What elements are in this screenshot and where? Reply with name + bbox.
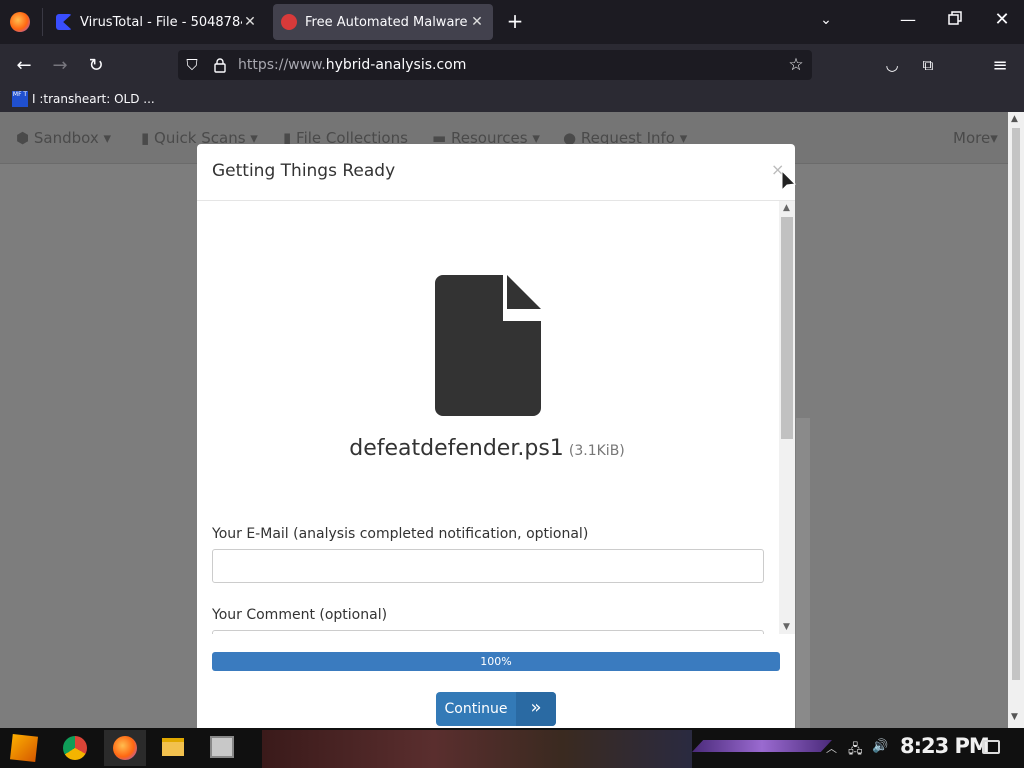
forward-icon[interactable]: → — [46, 51, 74, 79]
close-tab-icon[interactable]: ✕ — [469, 14, 485, 30]
shield-icon[interactable]: ⛉ — [178, 56, 206, 74]
notifications-icon[interactable] — [982, 740, 1000, 754]
url-bar[interactable]: ⛉ https://www.hybrid-analysis.com ☆ — [178, 50, 812, 80]
virustotal-icon — [56, 14, 72, 30]
bookmark-item[interactable]: MF T I :transheart: OLD ... — [12, 91, 155, 107]
file-name: defeatdefender.ps1 — [349, 436, 564, 461]
comment-field[interactable] — [212, 630, 764, 634]
continue-button[interactable]: Continue » — [436, 692, 556, 726]
bookmark-star-icon[interactable]: ☆ — [780, 55, 812, 75]
browser-tab-bar: VirusTotal - File - 504878425 ✕ Free Aut… — [0, 0, 1024, 44]
nav-sandbox[interactable]: ⬢ Sandbox ▾ — [16, 129, 111, 147]
modal-title: Getting Things Ready — [212, 161, 396, 181]
comment-label: Your Comment (optional) — [212, 607, 388, 623]
progress-fill: 100% — [212, 652, 780, 671]
chrome-icon[interactable] — [63, 736, 87, 760]
modal-header: Getting Things Ready × — [197, 144, 795, 201]
scroll-thumb[interactable] — [1012, 128, 1020, 680]
tray-chevron-icon[interactable]: ︿ — [826, 740, 837, 756]
app-window-icon[interactable] — [210, 736, 234, 758]
scroll-up-icon[interactable]: ▲ — [1011, 114, 1018, 124]
nav-more[interactable]: More▾ — [953, 129, 998, 147]
mouse-cursor — [781, 169, 797, 198]
tab-virustotal[interactable]: VirusTotal - File - 504878425 ✕ — [48, 4, 266, 40]
taskbar-decoration — [692, 740, 832, 752]
email-field[interactable] — [212, 549, 764, 583]
volume-icon[interactable]: 🔊 — [872, 739, 888, 754]
email-label: Your E-Mail (analysis completed notifica… — [212, 526, 589, 542]
cube-icon: ⬢ — [16, 129, 30, 147]
close-tab-icon[interactable]: ✕ — [242, 14, 258, 30]
clock[interactable]: 8:23 PM — [900, 734, 990, 758]
firefox-menu-icon[interactable] — [10, 12, 30, 32]
pocket-icon[interactable]: ◡ — [878, 51, 906, 79]
continue-label: Continue — [444, 701, 508, 717]
file-icon: ▮ — [141, 129, 150, 147]
back-icon[interactable]: ← — [10, 51, 38, 79]
file-info: defeatdefender.ps1 (3.1KiB) — [197, 436, 777, 461]
bookmark-favicon-icon: MF T — [12, 91, 28, 107]
url-text[interactable]: https://www.hybrid-analysis.com — [238, 57, 466, 73]
tab-hybrid-analysis[interactable]: Free Automated Malware Ana ✕ — [273, 4, 493, 40]
tab-title: VirusTotal - File - 504878425 — [80, 14, 242, 30]
restore-icon[interactable] — [943, 10, 967, 34]
page-scrollbar[interactable]: ▲ ▼ — [1008, 112, 1024, 728]
scroll-down-icon[interactable]: ▼ — [1011, 712, 1018, 722]
file-icon — [435, 275, 541, 420]
scroll-up-icon[interactable]: ▲ — [783, 203, 790, 213]
bookmarks-bar: MF T I :transheart: OLD ... — [0, 86, 1024, 112]
minimize-icon[interactable]: — — [894, 10, 922, 34]
list-tabs-icon[interactable]: ⌄ — [816, 12, 836, 32]
new-tab-icon[interactable]: + — [504, 10, 526, 32]
modal-body: defeatdefender.ps1 (3.1KiB) Your E-Mail … — [197, 201, 795, 634]
close-window-icon[interactable]: ✕ — [990, 9, 1014, 33]
taskbar-video-thumbnail — [262, 730, 692, 768]
browser-nav-bar: ← → ↻ ⛉ https://www.hybrid-analysis.com … — [0, 44, 1024, 86]
network-icon[interactable]: 🖧 — [848, 740, 863, 762]
tab-title: Free Automated Malware Ana — [305, 14, 469, 30]
scroll-down-icon[interactable]: ▼ — [783, 622, 790, 632]
hybrid-analysis-icon — [281, 14, 297, 30]
submit-modal: Getting Things Ready × defeatdefender.ps… — [197, 144, 795, 728]
modal-scrollbar[interactable]: ▲ ▼ — [779, 201, 795, 634]
upload-progress-bar: 100% — [212, 652, 780, 671]
extensions-icon[interactable]: ⧉ — [914, 51, 942, 79]
background-panel — [796, 418, 810, 728]
scroll-thumb[interactable] — [781, 217, 793, 439]
firefox-taskbar-icon[interactable] — [104, 730, 146, 766]
double-chevron-right-icon: » — [516, 692, 556, 726]
app-menu-icon[interactable]: ≡ — [986, 51, 1014, 79]
start-button-icon[interactable] — [10, 734, 38, 762]
bookmark-label: I :transheart: OLD ... — [32, 92, 155, 106]
lock-icon[interactable] — [206, 57, 234, 73]
reload-icon[interactable]: ↻ — [82, 51, 110, 79]
file-explorer-icon[interactable] — [162, 738, 184, 756]
taskbar: ︿ 🖧 🔊 8:23 PM — [0, 728, 1024, 768]
file-size: (3.1KiB) — [568, 443, 625, 459]
